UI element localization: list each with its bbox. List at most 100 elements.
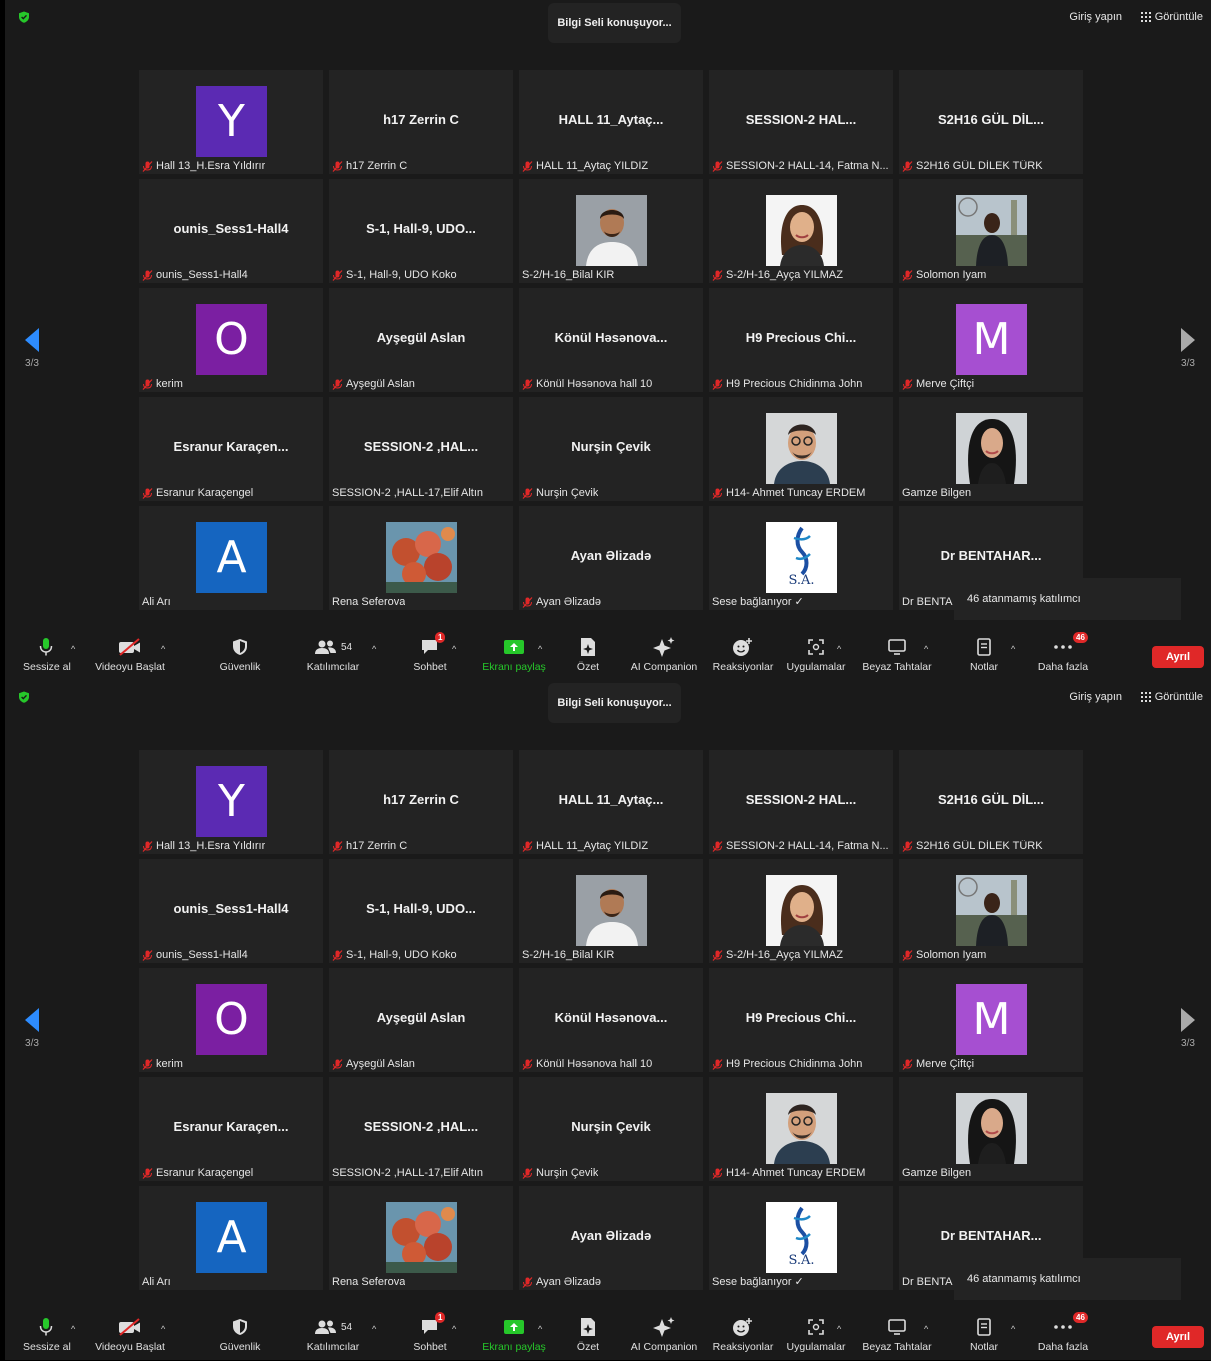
participant-tile[interactable]: Ayşegül Aslan Ayşegül Aslan [329, 968, 513, 1072]
participants-caret-icon[interactable]: ^ [372, 644, 376, 654]
participant-tile[interactable]: Ayan Əlizadə Ayan Əlizadə [519, 506, 703, 610]
chat-button[interactable]: 1 Sohbet [405, 1312, 455, 1353]
participant-tile[interactable]: SESSION-2 ,HAL... SESSION-2 ,HALL-17,Elif… [329, 397, 513, 501]
audio-options-caret-icon[interactable]: ^ [71, 1324, 75, 1334]
participant-tile[interactable]: Rena Seferova [329, 1186, 513, 1290]
audio-options-caret-icon[interactable]: ^ [71, 644, 75, 654]
participant-tile[interactable]: H9 Precious Chi... H9 Precious Chidinma J… [709, 288, 893, 392]
next-page-button[interactable]: 3/3 [1173, 1008, 1203, 1049]
video-options-caret-icon[interactable]: ^ [161, 1324, 165, 1334]
apps-caret-icon[interactable]: ^ [837, 1324, 841, 1334]
participants-button[interactable]: 54 Katılımcılar [298, 636, 368, 673]
participant-tile[interactable]: Y Hall 13_H.Esra Yıldırır [139, 70, 323, 174]
ai-companion-button[interactable]: AI Companion [629, 1316, 699, 1353]
view-button[interactable]: Görüntüle [1140, 11, 1203, 23]
notes-caret-icon[interactable]: ^ [1011, 644, 1015, 654]
participant-tile[interactable]: M Merve Çiftçi [899, 288, 1083, 392]
participant-tile[interactable]: Solomon Iyam [899, 859, 1083, 963]
start-video-button[interactable]: Videoyu Başlat [95, 636, 165, 673]
security-shield-icon[interactable] [18, 11, 30, 23]
participant-tile[interactable]: Könül Həsənova... Könül Həsənova hall 10 [519, 288, 703, 392]
security-button[interactable]: Güvenlik [210, 1316, 270, 1353]
apps-button[interactable]: Uygulamalar [785, 1316, 847, 1353]
whiteboards-caret-icon[interactable]: ^ [924, 1324, 928, 1334]
leave-button[interactable]: Ayrıl [1152, 646, 1204, 668]
participant-tile[interactable]: Ayan Əlizadə Ayan Əlizadə [519, 1186, 703, 1290]
whiteboards-caret-icon[interactable]: ^ [924, 644, 928, 654]
reactions-button[interactable]: Reaksiyonlar [712, 636, 774, 673]
participant-tile[interactable]: Gamze Bilgen [899, 1077, 1083, 1181]
share-screen-button[interactable]: Ekranı paylaş [479, 1316, 549, 1353]
notes-caret-icon[interactable]: ^ [1011, 1324, 1015, 1334]
participant-tile[interactable]: H9 Precious Chi... H9 Precious Chidinma J… [709, 968, 893, 1072]
participant-tile[interactable]: Y Hall 13_H.Esra Yıldırır [139, 750, 323, 854]
participants-caret-icon[interactable]: ^ [372, 1324, 376, 1334]
notes-button[interactable]: Notlar [966, 636, 1002, 673]
previous-page-button[interactable]: 3/3 [17, 328, 47, 369]
participant-tile[interactable]: S-2/H-16_Ayça YILMAZ [709, 179, 893, 283]
participant-tile[interactable]: S.A. Sese bağlanıyor ✓ [709, 1186, 893, 1290]
chat-caret-icon[interactable]: ^ [452, 1324, 456, 1334]
chat-caret-icon[interactable]: ^ [452, 644, 456, 654]
leave-button[interactable]: Ayrıl [1152, 1326, 1204, 1348]
whiteboards-button[interactable]: Beyaz Tahtalar [861, 636, 933, 673]
summary-button[interactable]: Özet [569, 1316, 607, 1353]
participant-tile[interactable]: S-2/H-16_Ayça YILMAZ [709, 859, 893, 963]
view-button[interactable]: Görüntüle [1140, 691, 1203, 703]
participant-tile[interactable]: SESSION-2 HAL... SESSION-2 HALL-14, Fatma… [709, 750, 893, 854]
participant-tile[interactable]: A Ali Arı [139, 506, 323, 610]
unassigned-participants-tooltip[interactable]: 46 atanmamış katılımcı [954, 1258, 1181, 1300]
participant-tile[interactable]: Ayşegül Aslan Ayşegül Aslan [329, 288, 513, 392]
security-button[interactable]: Güvenlik [210, 636, 270, 673]
whiteboards-button[interactable]: Beyaz Tahtalar [861, 1316, 933, 1353]
start-video-button[interactable]: Videoyu Başlat [95, 1316, 165, 1353]
participant-tile[interactable]: SESSION-2 HAL... SESSION-2 HALL-14, Fatma… [709, 70, 893, 174]
participant-tile[interactable]: Solomon Iyam [899, 179, 1083, 283]
participant-tile[interactable]: Okerim [139, 288, 323, 392]
unassigned-participants-tooltip[interactable]: 46 atanmamış katılımcı [954, 578, 1181, 620]
participant-tile[interactable]: HALL 11_Aytaç... HALL 11_Aytaç YILDIZ [519, 70, 703, 174]
mute-button[interactable]: Sessize al [23, 1316, 71, 1353]
reactions-button[interactable]: Reaksiyonlar [712, 1316, 774, 1353]
ai-companion-button[interactable]: AI Companion [629, 636, 699, 673]
participant-tile[interactable]: Nurşin Çevik Nurşin Çevik [519, 397, 703, 501]
mute-button[interactable]: Sessize al [23, 636, 71, 673]
participant-tile[interactable]: h17 Zerrin C h17 Zerrin C [329, 70, 513, 174]
participants-button[interactable]: 54 Katılımcılar [298, 1316, 368, 1353]
participant-tile[interactable]: S-2/H-16_Bilal KIR [519, 179, 703, 283]
sign-in-link[interactable]: Giriş yapın [1069, 11, 1122, 23]
participant-tile[interactable]: S-1, Hall-9, UDO... S-1, Hall-9, UDO Koko [329, 179, 513, 283]
participant-tile[interactable]: Gamze Bilgen [899, 397, 1083, 501]
sign-in-link[interactable]: Giriş yapın [1069, 691, 1122, 703]
video-options-caret-icon[interactable]: ^ [161, 644, 165, 654]
participant-tile[interactable]: S-2/H-16_Bilal KIR [519, 859, 703, 963]
participant-tile[interactable]: HALL 11_Aytaç... HALL 11_Aytaç YILDIZ [519, 750, 703, 854]
participant-tile[interactable]: S2H16 GÜL DİL... S2H16 GÜL DİLEK TÜRK [899, 750, 1083, 854]
security-shield-icon[interactable] [18, 691, 30, 703]
participant-tile[interactable]: Esranur Karaçen... Esranur Karaçengel [139, 1077, 323, 1181]
apps-button[interactable]: Uygulamalar [785, 636, 847, 673]
chat-button[interactable]: 1 Sohbet [405, 632, 455, 673]
participant-tile[interactable]: A Ali Arı [139, 1186, 323, 1290]
participant-tile[interactable]: H14- Ahmet Tuncay ERDEM [709, 1077, 893, 1181]
participant-tile[interactable]: ounis_Sess1-Hall4 ounis_Sess1-Hall4 [139, 859, 323, 963]
participant-tile[interactable]: Okerim [139, 968, 323, 1072]
previous-page-button[interactable]: 3/3 [17, 1008, 47, 1049]
share-caret-icon[interactable]: ^ [538, 644, 542, 654]
participant-tile[interactable]: S-1, Hall-9, UDO... S-1, Hall-9, UDO Koko [329, 859, 513, 963]
participant-tile[interactable]: ounis_Sess1-Hall4 ounis_Sess1-Hall4 [139, 179, 323, 283]
more-button[interactable]: 46 Daha fazla [1037, 632, 1089, 673]
participant-tile[interactable]: Rena Seferova [329, 506, 513, 610]
participant-tile[interactable]: S.A. Sese bağlanıyor ✓ [709, 506, 893, 610]
participant-tile[interactable]: M Merve Çiftçi [899, 968, 1083, 1072]
notes-button[interactable]: Notlar [966, 1316, 1002, 1353]
more-button[interactable]: 46 Daha fazla [1037, 1312, 1089, 1353]
share-screen-button[interactable]: Ekranı paylaş [479, 636, 549, 673]
participant-tile[interactable]: Könül Həsənova... Könül Həsənova hall 10 [519, 968, 703, 1072]
share-caret-icon[interactable]: ^ [538, 1324, 542, 1334]
participant-tile[interactable]: H14- Ahmet Tuncay ERDEM [709, 397, 893, 501]
participant-tile[interactable]: h17 Zerrin C h17 Zerrin C [329, 750, 513, 854]
apps-caret-icon[interactable]: ^ [837, 644, 841, 654]
participant-tile[interactable]: SESSION-2 ,HAL... SESSION-2 ,HALL-17,Elif… [329, 1077, 513, 1181]
participant-tile[interactable]: Esranur Karaçen... Esranur Karaçengel [139, 397, 323, 501]
